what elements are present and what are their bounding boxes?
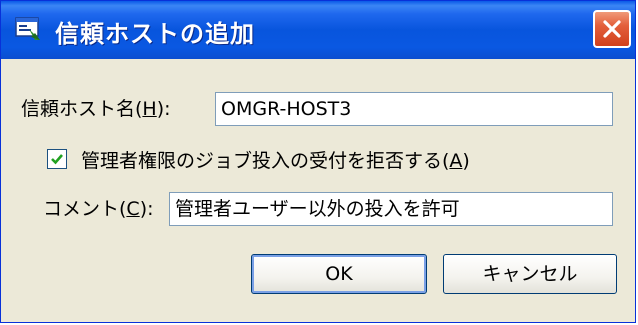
comment-label: コメント(C):	[43, 198, 154, 220]
comment-input[interactable]: 管理者ユーザー以外の投入を許可	[169, 192, 613, 226]
add-host-icon	[15, 17, 41, 41]
trusted-host-name-input[interactable]: OMGR-HOST3	[215, 92, 613, 126]
close-button[interactable]	[593, 10, 631, 48]
window-title: 信頼ホストの追加	[55, 20, 255, 48]
reject-admin-job-label[interactable]: 管理者権限のジョブ投入の受付を拒否する(A)	[81, 146, 470, 173]
title-bar[interactable]: 信頼ホストの追加	[1, 1, 635, 59]
ok-button[interactable]: OK	[251, 254, 427, 294]
add-trusted-host-dialog: 信頼ホストの追加 信頼ホスト名(H): OMGR-HOST3 管理者権限のジョブ…	[0, 0, 636, 323]
checkmark-icon	[51, 154, 63, 165]
trusted-host-name-label: 信頼ホスト名(H):	[21, 98, 171, 120]
reject-admin-job-checkbox[interactable]	[47, 149, 67, 169]
cancel-button[interactable]: キャンセル	[443, 254, 617, 294]
